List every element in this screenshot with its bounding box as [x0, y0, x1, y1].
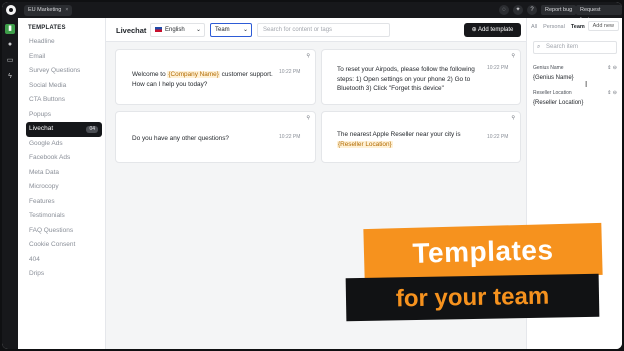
sidebar-item-faq-questions[interactable]: FAQ Questions	[26, 224, 102, 239]
top-bar: EU Marketing × ◌ ✦ ? Report bug Request …	[2, 2, 622, 23]
chat-icon[interactable]: ◌	[499, 5, 509, 15]
sidebar-item-google-ads[interactable]: Google Ads	[26, 137, 102, 152]
template-text: Do you have any other questions?	[132, 135, 229, 142]
variable-label: Reseller Location	[533, 90, 572, 96]
scope-value: Team	[215, 27, 230, 33]
text-part: Welcome to	[132, 71, 168, 78]
promo-line-2: for your team	[395, 282, 550, 313]
text-part: The nearest Apple Reseller near your cit…	[337, 131, 461, 138]
search-icon: ⌕	[537, 44, 541, 50]
tab-team[interactable]: Team	[571, 24, 585, 30]
promo-line-1: Templates	[412, 234, 554, 269]
pin-icon[interactable]: ⚲	[511, 53, 515, 59]
text-cursor-icon: I	[585, 80, 588, 89]
template-card[interactable]: ⚲ 10:22 PM Do you have any other questio…	[115, 111, 316, 163]
plus-circle-icon: ⊕	[471, 27, 477, 33]
timestamp: 10:22 PM	[279, 134, 301, 140]
page-title: Livechat	[116, 26, 147, 35]
template-text: Welcome to {Company Name} customer suppo…	[132, 70, 282, 89]
template-card[interactable]: ⚲ 10:22 PM Welcome to {Company Name} cus…	[115, 49, 316, 105]
search-placeholder: Search item	[546, 44, 579, 50]
help-icon[interactable]: ?	[527, 5, 537, 15]
pin-icon[interactable]: ⚲	[306, 53, 310, 59]
language-select[interactable]: English ⌄	[150, 23, 205, 37]
add-template-label: Add template	[478, 27, 514, 33]
sidebar-item-headline[interactable]: Headline	[26, 35, 102, 50]
sidebar-item-testimonials[interactable]: Testimonials	[26, 209, 102, 224]
variable-actions-icon[interactable]: ⇕ ⊖	[607, 65, 617, 71]
sidebar-item-cta-buttons[interactable]: CTA Buttons	[26, 93, 102, 108]
variable-value: {Reseller Location}	[533, 100, 584, 106]
variable-actions-icon[interactable]: ⇕ ⊖	[607, 90, 617, 96]
sidebar-item-social-media[interactable]: Social Media	[26, 79, 102, 94]
add-new-button[interactable]: Add new	[587, 21, 619, 31]
sidebar-item-features[interactable]: Features	[26, 195, 102, 210]
pin-icon[interactable]: ⚲	[306, 115, 310, 121]
templates-sidebar: TEMPLATES Headline Email Survey Question…	[18, 18, 106, 349]
sidebar-item-survey-questions[interactable]: Survey Questions	[26, 64, 102, 79]
count-badge: 04	[86, 126, 98, 133]
variable-item[interactable]: Genius Name {Genius Name} ⇕ ⊖	[533, 65, 617, 81]
add-template-button[interactable]: ⊕ Add template	[464, 23, 521, 37]
app-logo[interactable]	[6, 5, 16, 15]
chevron-down-icon: ⌄	[195, 27, 201, 33]
template-search-input[interactable]: Search for content or tags	[257, 23, 390, 37]
document-icon[interactable]: ▭	[5, 56, 15, 66]
main-header: Livechat English ⌄ Team ⌄ Search for con…	[106, 18, 526, 42]
workspace-tab[interactable]: EU Marketing ×	[24, 5, 73, 16]
panel-tabs: All Personal Team	[531, 24, 585, 30]
promo-banner-subtitle: for your team	[345, 273, 600, 322]
pin-icon[interactable]: ⚲	[511, 115, 515, 121]
promo-banner-title: Templates	[363, 222, 603, 282]
sidebar-heading: TEMPLATES	[28, 25, 66, 31]
sidebar-item-drips[interactable]: Drips	[26, 267, 102, 282]
item-search-input[interactable]: ⌕ Search item	[533, 41, 617, 54]
tab-personal[interactable]: Personal	[543, 24, 565, 30]
tab-all[interactable]: All	[531, 24, 537, 30]
sidebar-item-microcopy[interactable]: Microcopy	[26, 180, 102, 195]
sidebar-item-popups[interactable]: Popups	[26, 108, 102, 123]
sidebar-item-email[interactable]: Email	[26, 50, 102, 65]
person-icon[interactable]: ●	[5, 40, 15, 50]
timestamp: 10:22 PM	[487, 134, 509, 140]
workspace-label: EU Marketing	[28, 7, 62, 13]
sparkle-icon[interactable]: ✦	[513, 5, 523, 15]
report-bug-button[interactable]: Report bug	[541, 5, 577, 15]
variable-chip: {Company Name}	[167, 71, 220, 78]
sidebar-item-livechat[interactable]: Livechat 04	[26, 122, 102, 137]
sidebar-list: Headline Email Survey Questions Social M…	[26, 35, 102, 282]
sidebar-item-404[interactable]: 404	[26, 253, 102, 268]
close-icon[interactable]: ×	[65, 5, 68, 16]
chevron-down-icon: ⌄	[242, 27, 248, 33]
template-card[interactable]: ⚲ 10:22 PM The nearest Apple Reseller ne…	[321, 111, 521, 163]
language-value: English	[165, 27, 185, 33]
request-feature-button[interactable]: Request feature	[576, 5, 622, 23]
template-card[interactable]: ⚲ 10:22 PM To reset your Airpods, please…	[321, 49, 521, 105]
variable-chip: {Reseller Location}	[337, 140, 393, 148]
templates-icon[interactable]: ▮	[5, 24, 15, 34]
sidebar-item-meta-data[interactable]: Meta Data	[26, 166, 102, 181]
template-text: The nearest Apple Reseller near your cit…	[337, 130, 487, 149]
template-text: To reset your Airpods, please follow the…	[337, 66, 475, 92]
left-rail: ▮ ● ▭ ϟ	[2, 18, 18, 349]
sidebar-item-label: Livechat	[29, 125, 54, 132]
sidebar-item-facebook-ads[interactable]: Facebook Ads	[26, 151, 102, 166]
flag-icon	[155, 26, 162, 32]
sidebar-item-cookie-consent[interactable]: Cookie Consent	[26, 238, 102, 253]
timestamp: 10:22 PM	[487, 65, 509, 71]
variable-label: Genius Name	[533, 65, 564, 71]
variable-item[interactable]: Reseller Location {Reseller Location} ⇕ …	[533, 90, 617, 106]
bolt-icon[interactable]: ϟ	[5, 72, 15, 82]
timestamp: 10:22 PM	[279, 69, 301, 75]
variable-value: {Genius Name}	[533, 75, 574, 81]
scope-select[interactable]: Team ⌄	[210, 23, 252, 37]
